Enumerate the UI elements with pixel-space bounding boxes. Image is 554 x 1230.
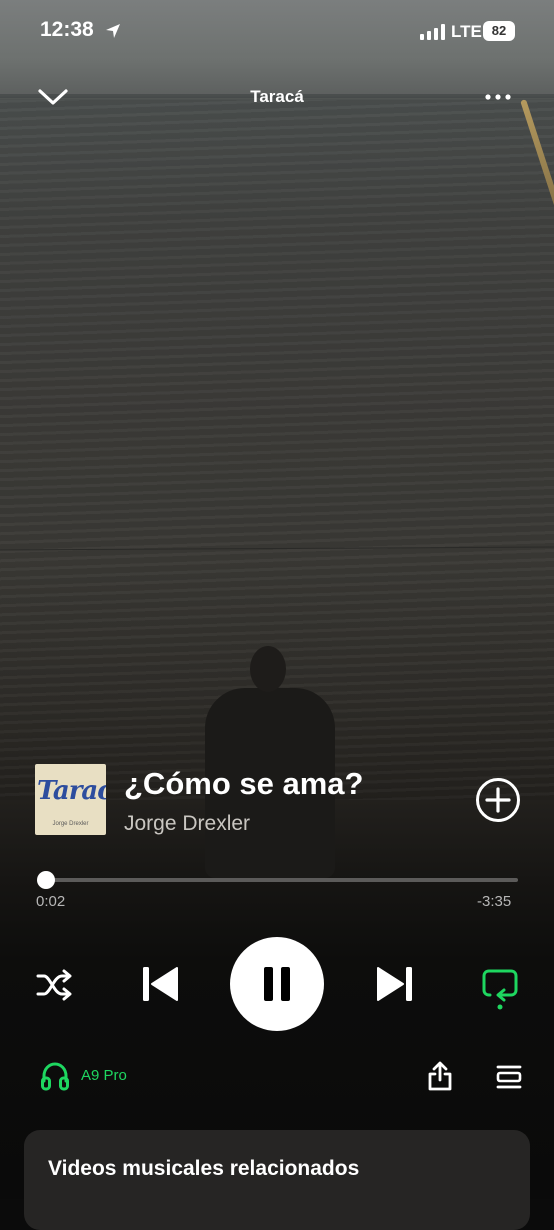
pause-button[interactable]: [230, 937, 324, 1031]
battery-level: 82: [483, 21, 515, 41]
remaining-time: -3:35: [477, 893, 512, 910]
elapsed-time: 0:02: [36, 893, 66, 910]
artist-name[interactable]: Jorge Drexler: [124, 812, 250, 836]
signal-icon: [420, 24, 445, 40]
queue-icon[interactable]: [494, 1062, 524, 1092]
status-time: 12:38: [40, 18, 94, 41]
song-title[interactable]: ¿Cómo se ama?: [124, 766, 363, 802]
album-art[interactable]: Taracá Jorge Drexler: [35, 764, 106, 835]
next-icon[interactable]: [375, 963, 415, 1005]
page-title: Taracá: [250, 87, 304, 106]
more-icon[interactable]: [482, 88, 522, 106]
network-type: LTE: [451, 22, 482, 41]
album-art-title: Taracá: [37, 776, 106, 806]
shuffle-icon[interactable]: [35, 967, 73, 1003]
headphones-icon[interactable]: [40, 1061, 70, 1091]
connected-device[interactable]: A9 Pro: [81, 1067, 127, 1084]
person-silhouette-head: [250, 646, 286, 692]
progress-bar[interactable]: [44, 878, 518, 882]
card-title: Videos musicales relacionados: [48, 1157, 360, 1180]
chevron-down-icon[interactable]: [36, 84, 70, 110]
pause-icon: [264, 967, 290, 1001]
previous-icon[interactable]: [140, 963, 180, 1005]
add-icon[interactable]: [474, 776, 522, 824]
repeat-icon[interactable]: [480, 965, 520, 1011]
album-art-subtitle: Jorge Drexler: [52, 821, 89, 827]
related-videos-card[interactable]: Videos musicales relacionados: [24, 1130, 530, 1230]
status-bar: 12:38 LTE 82: [0, 0, 554, 62]
share-icon[interactable]: [424, 1060, 456, 1092]
progress-handle[interactable]: [37, 871, 55, 889]
location-arrow-icon: [106, 24, 120, 38]
